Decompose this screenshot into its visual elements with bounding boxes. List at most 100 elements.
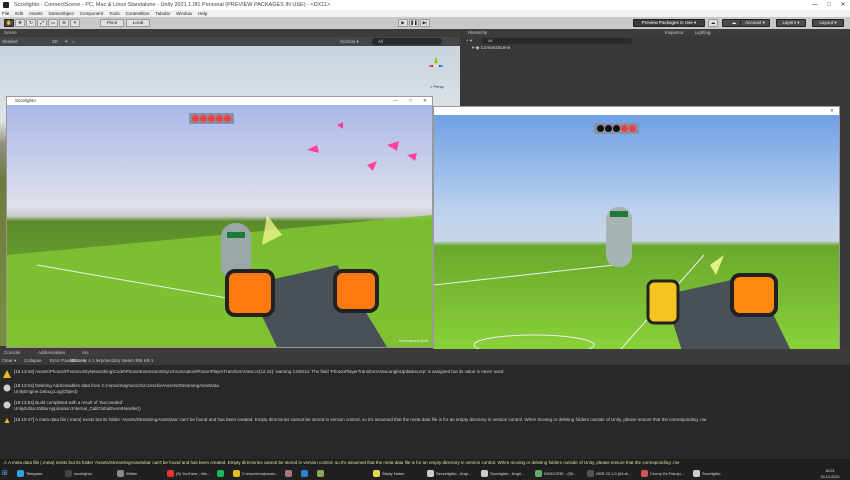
ani-tab[interactable]: Ani	[82, 349, 89, 357]
game-window-1[interactable]: Sccelighto — □ ✕ Development Build	[6, 96, 433, 348]
rect-tool-icon[interactable]: ▭	[48, 19, 58, 27]
menu-tools[interactable]: Tools	[109, 10, 120, 17]
custom-tool-icon[interactable]: ✕	[70, 19, 80, 27]
taskbar-item[interactable]: Szczelighto - Angl...	[426, 468, 471, 479]
menu-assets[interactable]: Assets	[29, 10, 43, 17]
unity-icon	[481, 470, 488, 477]
menu-contentlitos[interactable]: Contentlitos	[126, 10, 150, 17]
addressables-tab[interactable]: Addressables	[38, 349, 65, 357]
menu-edit[interactable]: Edit	[15, 10, 23, 17]
orientation-gizmo[interactable]	[426, 54, 446, 78]
taskbar-item[interactable]: Telegram	[16, 468, 42, 479]
game-view-2[interactable]: Development Build	[434, 115, 839, 357]
game1-close-button[interactable]: ✕	[423, 97, 427, 105]
audio-toggle-icon[interactable]: ♪	[72, 37, 74, 46]
light-toggle-icon[interactable]: ☀	[64, 37, 68, 46]
scene-toolbar: Shaded 2D ☀ ♪ Gizmos ▾ All	[0, 37, 460, 46]
taskbar-item[interactable]: Widen	[116, 468, 137, 479]
menu-help[interactable]: Help	[198, 10, 207, 17]
taskbar-item[interactable]: Sccelighto	[692, 468, 720, 479]
menu-component[interactable]: Component	[80, 10, 103, 17]
console-toolbar: Clear ▾ Collapse Error Pause Editor ▾ De…	[0, 357, 850, 365]
taskbar-item[interactable]: OBS 22.1.0 (64-bi...	[586, 468, 631, 479]
inspector-tab[interactable]: Inspector	[665, 30, 684, 35]
taskbar-item[interactable]	[300, 468, 310, 479]
explorer-icon	[233, 470, 240, 477]
log-entry[interactable]: [18:13:54] Build completed with a result…	[0, 400, 850, 412]
account-dropdown[interactable]: Account ▾	[740, 19, 770, 27]
console-tab[interactable]: Console	[4, 349, 21, 357]
clock[interactable]: 18:21 30.10.2020	[812, 467, 848, 480]
unity-icon	[427, 470, 434, 477]
status-bar: ⚠ A meta data file (.meta) exists but it…	[0, 459, 850, 467]
hierarchy-add-button[interactable]: + ▾	[466, 38, 472, 44]
game-view-1[interactable]: Development Build	[7, 105, 432, 347]
layers-dropdown[interactable]: Layers ▾	[776, 19, 806, 27]
main-toolbar: ✋ ✥ ↻ ⤢ ▭ ⊕ ✕ Pivot Local ▶ ❚❚ ▶| Previe…	[0, 17, 850, 29]
game2-close-button[interactable]: ✕	[830, 107, 834, 115]
pivot-button[interactable]: Pivot	[100, 19, 124, 27]
clear-dropdown[interactable]: Clear ▾	[2, 358, 16, 363]
collapse-toggle[interactable]: Collapse	[24, 357, 42, 365]
menu-tabular[interactable]: Tabular	[155, 10, 170, 17]
hierarchy-search-input[interactable]: All	[482, 38, 632, 44]
menu-window[interactable]: Window	[176, 10, 192, 17]
sticky-notes-icon	[373, 470, 380, 477]
taskbar-item-label: sccelighto	[74, 471, 92, 476]
play-icon[interactable]: ▶	[398, 19, 408, 27]
hierarchy-tab[interactable]: Hierarchy	[462, 29, 657, 37]
maximize-button[interactable]: □	[822, 0, 836, 10]
taskbar-item[interactable]: Sticky Notes	[372, 468, 404, 479]
start-windows-icon[interactable]: ⊞	[2, 469, 11, 478]
rotate-tool-icon[interactable]: ↻	[26, 19, 36, 27]
scene-tab[interactable]: Scene	[0, 29, 460, 37]
game-window-2-titlebar: ✕	[434, 107, 839, 115]
taskbar-item[interactable]	[284, 468, 294, 479]
taskbar-item[interactable]: (8) YouTube - Mo...	[166, 468, 210, 479]
taskbar-item[interactable]: Cenny Za Pokoju...	[640, 468, 684, 479]
taskbar-item-label: Szczelighto - Angl...	[436, 471, 472, 476]
taskbar-item[interactable]	[216, 468, 226, 479]
game1-watermark: Development Build	[399, 339, 429, 343]
game1-minimize-button[interactable]: —	[393, 97, 398, 105]
telegram-icon	[17, 470, 24, 477]
menu-gameobject[interactable]: GameObject	[49, 10, 74, 17]
scene-search-input[interactable]: All	[372, 38, 442, 45]
taskbar-item-label: (8) YouTube - Mo...	[176, 471, 211, 476]
minimize-button[interactable]: —	[808, 0, 822, 10]
shading-dropdown[interactable]: Shaded	[2, 39, 18, 44]
collab-icon[interactable]: ☁	[708, 19, 718, 27]
persp-label: < Persp	[430, 84, 444, 89]
taskbar-item[interactable]	[316, 468, 326, 479]
pause-icon[interactable]: ❚❚	[409, 19, 419, 27]
move-tool-icon[interactable]: ✥	[15, 19, 25, 27]
transform-tool-icon[interactable]: ⊕	[59, 19, 69, 27]
log-entry[interactable]: [18:13:54] Deleting Addressables data fr…	[0, 383, 850, 395]
game-window-2[interactable]: ✕ Development Build	[433, 106, 840, 358]
close-button[interactable]: ✕	[836, 0, 850, 10]
info-icon	[3, 384, 11, 392]
game-scene-1-art	[7, 122, 432, 347]
step-icon[interactable]: ▶|	[420, 19, 430, 27]
taskbar-item[interactable]: sccelighto	[64, 468, 92, 479]
taskbar-item[interactable]: NSSCORE - (50...	[534, 468, 576, 479]
clock-date: 30.10.2020	[820, 475, 840, 479]
layout-dropdown[interactable]: Layout ▾	[812, 19, 844, 27]
taskbar-item-label: C:\repos\majmusic...	[242, 471, 279, 476]
log-entry[interactable]: [18:19:47] A meta data file (.meta) exis…	[0, 417, 850, 423]
spotify-icon	[217, 470, 224, 477]
scale-tool-icon[interactable]: ⤢	[37, 19, 47, 27]
log-entry[interactable]: [18:13:48] Assets\Photon\PhotonUnityNetw…	[0, 369, 850, 378]
taskbar-item[interactable]: Sccelighto - Angli...	[480, 468, 524, 479]
2d-toggle[interactable]: 2D	[52, 37, 58, 46]
gizmos-dropdown[interactable]: Gizmos ▾	[340, 37, 359, 46]
hand-tool-icon[interactable]: ✋	[4, 19, 14, 27]
hierarchy-item-connectscene[interactable]: ▾ ◉ ConnectScene	[472, 45, 510, 51]
lighting-tab[interactable]: Lighting	[695, 30, 711, 35]
menu-file[interactable]: File	[2, 10, 9, 17]
preview-packages-dropdown[interactable]: Preview Packages in Use ▾	[633, 19, 705, 27]
taskbar-item[interactable]: C:\repos\majmusic...	[232, 468, 278, 479]
inspector-tabs: Inspector Lighting	[659, 29, 850, 37]
local-button[interactable]: Local	[126, 19, 150, 27]
game1-maximize-button[interactable]: □	[409, 97, 412, 105]
